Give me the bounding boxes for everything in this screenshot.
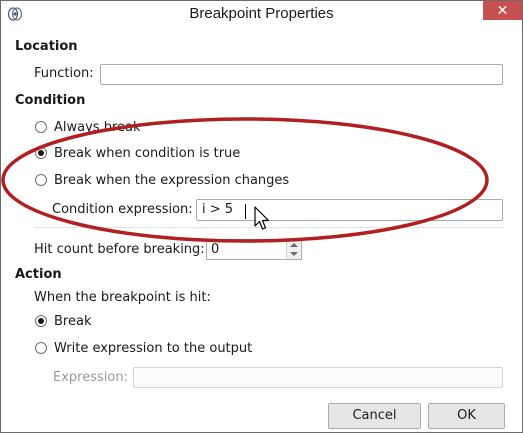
spin-up-icon[interactable] — [290, 243, 298, 247]
radio-button[interactable] — [35, 342, 47, 354]
close-icon[interactable]: ✕ — [483, 1, 522, 20]
spinner-buttons[interactable] — [286, 240, 301, 259]
radio-action-break[interactable]: Break — [35, 312, 91, 330]
expression-label: Expression: — [53, 370, 128, 385]
radio-always-break[interactable]: Always break — [35, 118, 141, 136]
ok-button[interactable]: OK — [428, 403, 505, 429]
radio-button[interactable] — [35, 174, 47, 186]
condition-heading: Condition — [15, 93, 86, 108]
expression-input[interactable] — [133, 367, 503, 388]
hit-count-label: Hit count before breaking: — [34, 242, 205, 257]
radio-write-expression[interactable]: Write expression to the output — [35, 339, 252, 357]
spin-down-icon[interactable] — [290, 252, 298, 256]
hit-count-spinner[interactable]: 0 — [206, 239, 302, 260]
cancel-button[interactable]: Cancel — [328, 403, 421, 429]
condition-expression-label: Condition expression: — [52, 202, 193, 217]
location-heading: Location — [15, 39, 78, 54]
radio-break-condition-true[interactable]: Break when condition is true — [35, 144, 240, 162]
mouse-cursor-icon — [254, 206, 270, 230]
radio-label: Break when condition is true — [54, 145, 241, 161]
radio-label: Always break — [54, 119, 141, 135]
radio-button[interactable] — [35, 315, 47, 327]
radio-button[interactable] — [35, 121, 47, 133]
radio-label: Break when the expression changes — [54, 172, 290, 188]
window-title: Breakpoint Properties — [189, 5, 334, 22]
radio-button[interactable] — [35, 147, 47, 159]
action-heading: Action — [15, 267, 62, 282]
radio-label: Write expression to the output — [54, 340, 253, 356]
text-caret — [245, 204, 246, 219]
title-bar: Breakpoint Properties ✕ — [1, 1, 522, 28]
function-label: Function: — [34, 66, 94, 81]
radio-label: Break — [54, 313, 92, 329]
condition-expression-input[interactable]: i > 5 — [196, 199, 503, 221]
radio-break-expression-changes[interactable]: Break when the expression changes — [35, 171, 289, 189]
function-input[interactable] — [100, 64, 503, 85]
hit-count-value: 0 — [211, 242, 220, 257]
when-hit-label: When the breakpoint is hit: — [34, 290, 211, 305]
